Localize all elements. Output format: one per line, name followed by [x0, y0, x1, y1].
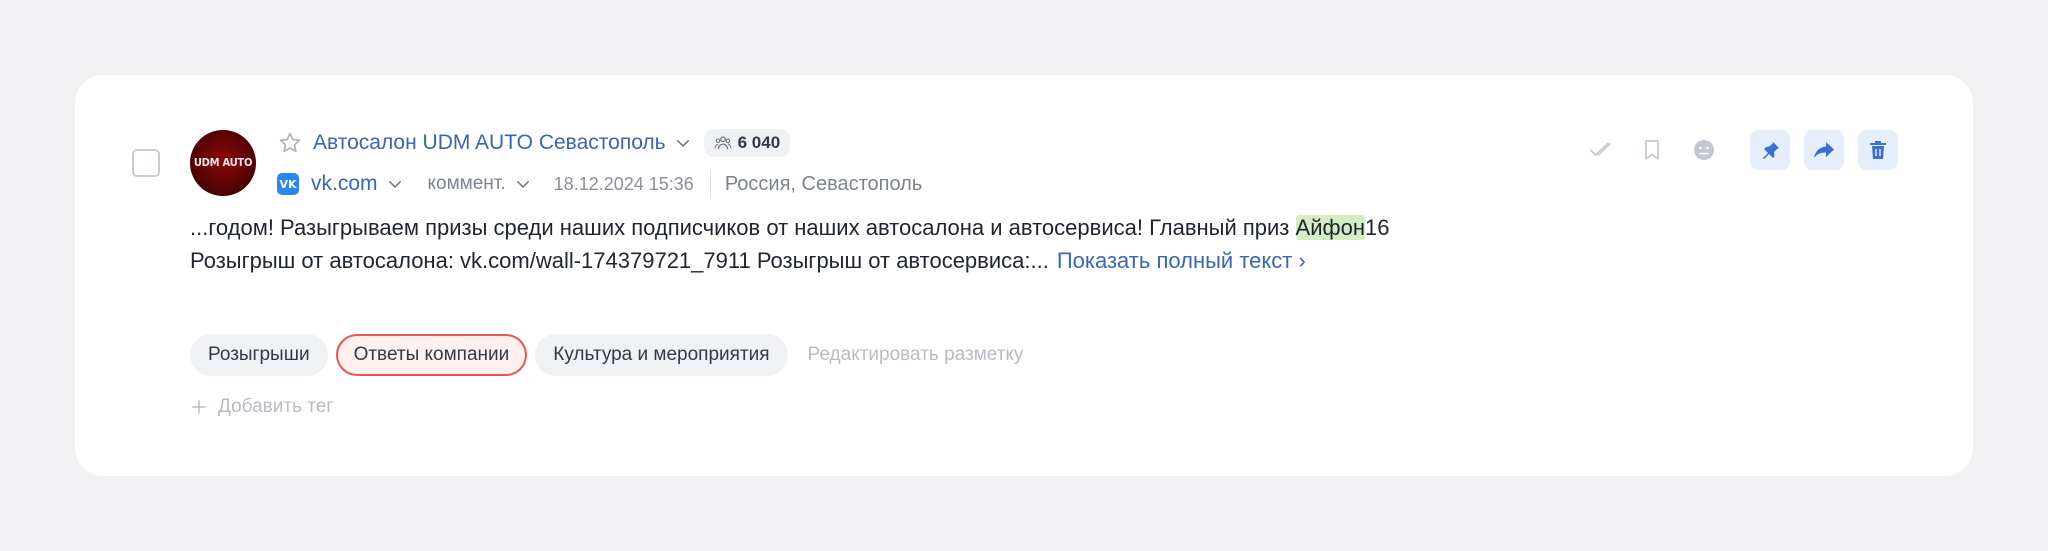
add-tag-button[interactable]: Добавить тег [190, 396, 333, 418]
show-full-text-link[interactable]: Показать полный текст › [1057, 248, 1306, 273]
chevron-down-icon[interactable] [674, 134, 692, 152]
post-text: ...годом! Разыгрываем призы среди наших … [190, 211, 1490, 277]
share-icon [1814, 142, 1834, 158]
source-header: Автосалон UDM AUTO Севастополь 6 040 [277, 128, 791, 158]
tag-chip-active[interactable]: Ответы компании [335, 334, 528, 376]
pin-icon [1763, 141, 1779, 159]
chevron-down-icon[interactable] [514, 175, 532, 193]
tag-chip[interactable]: Розыгрыши [190, 334, 328, 376]
post-location: Россия, Севастополь [724, 172, 923, 195]
sentiment-button[interactable] [1684, 130, 1724, 170]
post-date: 18.12.2024 15:36 [553, 173, 694, 194]
keyword-highlight: Айфон [1295, 215, 1365, 240]
edit-markup-link[interactable]: Редактировать разметку [808, 344, 1024, 366]
source-meta: VK vk.com коммент. 18.12.2024 15:36 Росс… [277, 169, 922, 199]
vk-icon: VK [277, 173, 299, 195]
subscribers-count: 6 040 [737, 133, 781, 152]
network-link[interactable]: vk.com [311, 172, 378, 196]
star-icon[interactable] [277, 130, 303, 156]
delete-button[interactable] [1858, 130, 1898, 170]
post-text-part: ...годом! Разыгрываем призы среди наших … [190, 215, 1296, 240]
mark-processed-button[interactable] [1580, 130, 1620, 170]
check-icon [1590, 142, 1611, 156]
bookmark-button[interactable] [1632, 130, 1672, 170]
pin-button[interactable] [1750, 130, 1790, 170]
select-checkbox[interactable] [132, 149, 160, 177]
plus-icon [192, 400, 206, 414]
share-button[interactable] [1804, 130, 1844, 170]
subscribers-badge: 6 040 [703, 129, 791, 157]
trash-icon [1870, 141, 1886, 159]
chevron-down-icon[interactable] [386, 175, 404, 193]
tag-list: Розыгрыши Ответы компании Культура и мер… [190, 334, 1023, 376]
post-type-dropdown[interactable]: коммент. [428, 173, 506, 195]
avatar[interactable]: UDM AUTO [190, 130, 256, 196]
avatar-logo-text: UDM AUTO [193, 156, 253, 170]
source-name-link[interactable]: Автосалон UDM AUTO Севастополь [313, 131, 666, 155]
add-tag-label: Добавить тег [218, 396, 334, 417]
divider [709, 170, 711, 198]
emoji-neutral-icon [1694, 140, 1714, 160]
audience-icon [714, 136, 732, 150]
action-toolbar [1580, 130, 1898, 170]
tag-chip[interactable]: Культура и мероприятия [535, 334, 788, 376]
bookmark-icon [1645, 140, 1659, 160]
